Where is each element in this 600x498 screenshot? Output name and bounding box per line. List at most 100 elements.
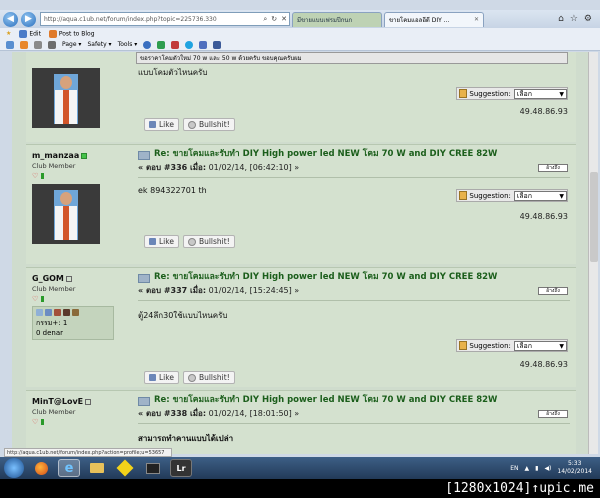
taskbar: e Lr EN ▲ ▮ ◀) 5:33 14/02/2014 (0, 457, 600, 479)
close-tab-icon[interactable]: ✕ (474, 16, 479, 23)
addon-icon-1[interactable] (157, 40, 166, 49)
addon-icon-3[interactable] (199, 40, 208, 49)
poster-info (32, 64, 122, 128)
browser-window: ◀ ▶ http://aqua.c1ub.net/forum/index.php… (0, 0, 600, 498)
tab-2[interactable]: ขายโคมแอลอีดี DIY ... ✕ (384, 11, 484, 27)
user-rank: Club Member (32, 285, 76, 293)
quote-button[interactable]: อ้างถึง (538, 164, 568, 172)
home-icon[interactable]: ⌂ (558, 14, 564, 24)
stop-icon[interactable]: ✕ (281, 15, 287, 23)
tab-label: ขายโคมแอลอีดี DIY ... (389, 16, 450, 24)
addon-icon-2[interactable] (171, 40, 180, 49)
username[interactable]: G_GOM (32, 274, 64, 283)
firefox-icon[interactable] (30, 459, 52, 477)
post-to-blog-button[interactable]: Post to Blog (48, 29, 95, 38)
page-menu[interactable]: Page ▾ (62, 41, 81, 48)
poster-info: MinT@LovE Club Member ♡ (32, 397, 122, 426)
post-text: ตู้24ลึก30ใช้แบบไหนครับ (138, 311, 228, 320)
suggestion-select[interactable]: เลือก ▼ (513, 88, 567, 99)
tab-1[interactable]: มีขายแบบเฟรมปีกนก (292, 11, 382, 27)
suggestion-select[interactable]: เลือก ▼ (513, 190, 567, 201)
system-tray: EN ▲ ▮ ◀) 5:33 14/02/2014 (510, 460, 600, 476)
volume-icon[interactable]: ◀) (544, 465, 551, 472)
quote-button[interactable]: อ้างถึง (538, 410, 568, 418)
refresh-icon[interactable]: ↻ (271, 15, 277, 23)
username[interactable]: MinT@LovE (32, 397, 83, 406)
post-meta: « ตอบ #336 เมื่อ: 01/02/14, [06:42:10] » (138, 163, 300, 172)
heart-icon: ♡ (32, 172, 39, 180)
heart-icon: ♡ (32, 418, 39, 426)
money: 0 denar (36, 329, 64, 337)
home-page-icon[interactable] (6, 40, 14, 49)
badge-icon[interactable] (63, 309, 70, 316)
profile-icon[interactable] (36, 309, 43, 316)
level-bar-icon (41, 419, 45, 425)
trophy-icon[interactable] (72, 309, 79, 316)
bullshit-button[interactable]: Bullshit! (182, 235, 235, 248)
tray-arrow-icon[interactable]: ▲ (525, 465, 530, 472)
user-icons: ♡ (32, 418, 122, 426)
post-meta: « ตอบ #338 เมื่อ: 01/02/14, [18:01:50] » (138, 409, 300, 418)
internet-explorer-icon[interactable]: e (58, 459, 80, 477)
photos-icon[interactable] (114, 459, 136, 477)
settings-gear-icon[interactable]: ⚙ (584, 14, 592, 24)
username[interactable]: m_manzaa (32, 151, 79, 160)
language-indicator[interactable]: EN (510, 465, 518, 472)
lightroom-icon[interactable]: Lr (170, 459, 192, 477)
post-text: สามารถทำคานแบบได้เปล่า (138, 434, 234, 443)
bullshit-button[interactable]: Bullshit! (182, 371, 235, 384)
thumbs-up-icon (149, 238, 156, 245)
post-meta: « ตอบ #337 เมื่อ: 01/02/14, [15:24:45] » (138, 286, 300, 295)
print-icon[interactable] (48, 40, 56, 49)
avatar (32, 68, 100, 128)
network-icon[interactable]: ▮ (535, 465, 538, 472)
vertical-scrollbar[interactable] (588, 52, 598, 454)
like-button[interactable]: Like (144, 118, 179, 131)
forward-button[interactable]: ▶ (21, 11, 36, 27)
post-title[interactable]: Re: ขายโคมและรับทำ DIY High power led NE… (154, 149, 497, 159)
address-url[interactable]: http://aqua.c1ub.net/forum/index.php?top… (44, 16, 261, 23)
post-336: m_manzaa Club Member ♡ Re: ขายโคมและรับท… (26, 144, 576, 264)
search-icon[interactable]: ⌕ (263, 15, 267, 24)
command-bar: Page ▾ Safety ▾ Tools ▾ (0, 39, 600, 51)
address-bar[interactable]: http://aqua.c1ub.net/forum/index.php?top… (40, 12, 290, 26)
mail-icon[interactable] (34, 40, 42, 49)
scrollbar-thumb[interactable] (590, 172, 598, 262)
poster-info: m_manzaa Club Member ♡ (32, 151, 122, 244)
help-icon[interactable] (143, 40, 152, 49)
suggestion-icon (459, 341, 468, 350)
gift-icon[interactable] (54, 309, 61, 316)
chevron-down-icon: ▼ (559, 192, 564, 200)
message-icon[interactable] (45, 309, 52, 316)
user-extra-info: กรรม+: 1 0 denar (32, 306, 114, 340)
offline-status-icon (65, 275, 72, 282)
file-explorer-icon[interactable] (86, 459, 108, 477)
addon-icon-4[interactable] (213, 40, 222, 49)
level-bar-icon (41, 173, 45, 179)
clock[interactable]: 5:33 14/02/2014 (557, 460, 592, 476)
post-title[interactable]: Re: ขายโคมและรับทำ DIY High power led NE… (154, 395, 497, 405)
post-previous: ขอราคาโคมตัวใหม่ 70 w และ 50 w ด้วยครับ … (26, 52, 576, 142)
tools-menu[interactable]: Tools ▾ (118, 41, 138, 48)
feeds-icon[interactable] (20, 40, 28, 49)
profile-icons (36, 309, 110, 316)
back-button[interactable]: ◀ (3, 11, 18, 27)
bullshit-icon (187, 237, 196, 246)
reaction-buttons: Like Bullshit! (144, 118, 235, 131)
favorites-icon[interactable]: ★ (6, 30, 11, 37)
favorites-bar: ★ Edit Post to Blog (0, 28, 600, 39)
start-button[interactable] (4, 458, 24, 478)
suggestion-icon (459, 89, 468, 98)
favorites-star-icon[interactable]: ☆ (570, 14, 578, 24)
skype-icon[interactable] (185, 40, 194, 49)
suggestion-select[interactable]: เลือก ▼ (513, 340, 567, 351)
post-body: Re: ขายโคมและรับทำ DIY High power led NE… (138, 272, 570, 322)
quote-button[interactable]: อ้างถึง (538, 287, 568, 295)
like-button[interactable]: Like (144, 235, 179, 248)
edit-button[interactable]: Edit (19, 29, 41, 38)
media-player-icon[interactable] (142, 459, 164, 477)
safety-menu[interactable]: Safety ▾ (87, 41, 111, 48)
like-button[interactable]: Like (144, 371, 179, 384)
post-title[interactable]: Re: ขายโคมและรับทำ DIY High power led NE… (154, 272, 497, 282)
bullshit-button[interactable]: Bullshit! (182, 118, 235, 131)
